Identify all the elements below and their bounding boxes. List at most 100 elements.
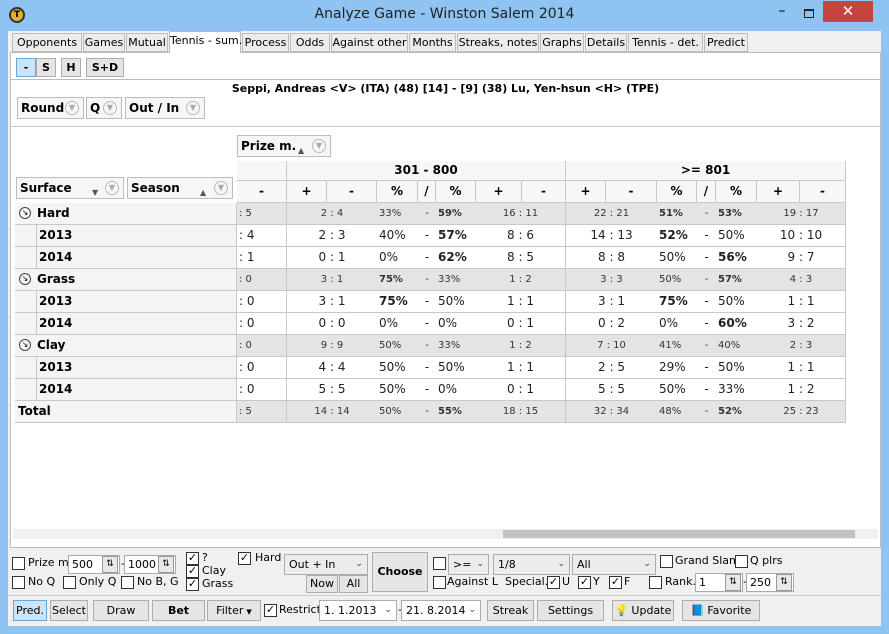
tab-details[interactable]: Details [585,33,627,52]
collapse-icon[interactable]: ↘ [19,273,31,285]
count-cell: : 0 [237,379,287,401]
funnel-icon[interactable]: ▼ [105,181,119,195]
tab-mutual[interactable]: Mutual [126,33,168,52]
maximize-button[interactable] [796,5,822,23]
value-cell: 57% [436,225,476,247]
draw-button[interactable]: Draw [93,600,149,621]
grand-slam-checkbox[interactable] [660,555,673,568]
sort-desc-icon: ▼ [92,188,99,197]
tab-months[interactable]: Months [409,33,456,52]
scrollbar-thumb[interactable] [503,530,855,538]
special-u-checkbox[interactable]: ✓ [547,576,560,589]
chevron-down-icon: ⌄ [476,559,484,569]
round-select[interactable]: 1/8 ⌄ [493,554,570,575]
streak-button[interactable]: Streak [487,600,534,621]
bet-button[interactable]: Bet [152,600,205,621]
tab-against-other[interactable]: Against other [331,33,408,52]
funnel-icon[interactable]: ▼ [312,139,326,153]
row-label[interactable]: ↘ Grass [15,269,237,291]
date-from-select[interactable]: 1. 1.2013 ⌄ [319,600,397,621]
type-button-2[interactable]: H [61,58,81,77]
value-cell: 9 : 7 [757,247,846,269]
tab-tennis-sum-[interactable]: Tennis - sum. [169,31,242,53]
no-b-g-checkbox[interactable] [121,576,134,589]
funnel-icon[interactable]: ▼ [186,101,200,115]
tab-games[interactable]: Games [83,33,125,52]
collapse-icon[interactable]: ↘ [19,207,31,219]
rank-to-spinner[interactable]: ⇅ [776,574,792,591]
divider [11,126,880,127]
type-button-3[interactable]: S+D [86,58,124,77]
q-filter[interactable]: Q ▼ [86,97,122,119]
all-select[interactable]: All ⌄ [572,554,656,575]
value-cell: - [697,357,716,379]
choose-button[interactable]: Choose [372,552,428,592]
value-cell: - [697,269,716,291]
tab-predict[interactable]: Predict [704,33,748,52]
type-button-0[interactable]: - [16,58,36,77]
season-filter[interactable]: Season ▲ ▼ [127,177,233,199]
subheader: / [697,181,716,203]
settings-button[interactable]: Settings [537,600,604,621]
funnel-icon[interactable]: ▼ [103,101,117,115]
prize-money-filter[interactable]: Prize m. ▲ ▼ [237,135,331,157]
collapse-icon[interactable]: ↘ [19,339,31,351]
minimize-button[interactable]: – [769,4,795,23]
book-icon: 📘 [690,604,705,617]
row-label[interactable]: Total [15,401,237,423]
select-button[interactable]: Select [50,600,88,621]
surface-2-checkbox[interactable]: ✓ [186,578,199,591]
tab-opponents[interactable]: Opponents [12,33,82,52]
prize-from-spinner[interactable]: ⇅ [102,556,118,573]
tab-streaks-notes[interactable]: Streaks, notes [457,33,539,52]
value-cell: 50% [377,401,418,423]
prize-to-spinner[interactable]: ⇅ [158,556,174,573]
filter-button[interactable]: Filter ▼ [207,600,261,621]
out-in-filter[interactable]: Out / In ▼ [125,97,205,119]
hard-checkbox[interactable]: ✓ [238,552,251,565]
special-f-label: F [624,575,631,588]
type-button-1[interactable]: S [36,58,56,77]
tab-process[interactable]: Process [242,33,289,52]
rank-checkbox[interactable] [649,576,662,589]
value-cell: - [697,335,716,357]
horizontal-scrollbar[interactable] [13,529,878,539]
special-f-checkbox[interactable]: ✓ [609,576,622,589]
funnel-icon[interactable]: ▼ [65,101,79,115]
round-filter[interactable]: Round ▼ [17,97,84,119]
all-button[interactable]: All [339,575,368,593]
indent [15,247,37,269]
tab-odds[interactable]: Odds [290,33,330,52]
tab-graphs[interactable]: Graphs [540,33,584,52]
rank-from-spinner[interactable]: ⇅ [725,574,741,591]
favorite-button[interactable]: 📘 Favorite [682,600,760,621]
row-label[interactable]: ↘ Clay [15,335,237,357]
value-cell: - [697,203,716,225]
row-label[interactable]: ↘ Hard [15,203,237,225]
pred-button[interactable]: Pred. [13,600,47,621]
restrict-checkbox[interactable]: ✓ [264,604,277,617]
now-button[interactable]: Now [306,575,338,593]
value-cell: 50% [377,379,418,401]
special-y-checkbox[interactable]: ✓ [578,576,591,589]
indent [15,291,37,313]
count-cell: : 0 [237,357,287,379]
no-q-checkbox[interactable] [12,576,25,589]
date-to-select[interactable]: 21. 8.2014 ⌄ [401,600,481,621]
value-cell: 4 : 4 [287,357,377,379]
prize-label: Prize m. [241,139,297,153]
count-cell: : 0 [237,335,287,357]
prize-money-checkbox[interactable] [12,557,25,570]
surface-filter[interactable]: Surface ▼ ▼ [16,177,124,199]
update-button[interactable]: 💡 Update [612,600,674,621]
close-button[interactable]: ✕ [823,1,873,22]
out-in-select[interactable]: Out + In ⌄ [284,554,368,575]
against-l-checkbox[interactable] [433,576,446,589]
value-cell: - [697,225,716,247]
only-q-checkbox[interactable] [63,576,76,589]
tab-tennis-det-[interactable]: Tennis - det. [628,33,703,52]
compare-checkbox[interactable] [433,557,446,570]
q-plrs-checkbox[interactable] [735,555,748,568]
compare-select[interactable]: >= ⌄ [448,554,489,575]
funnel-icon[interactable]: ▼ [214,181,228,195]
